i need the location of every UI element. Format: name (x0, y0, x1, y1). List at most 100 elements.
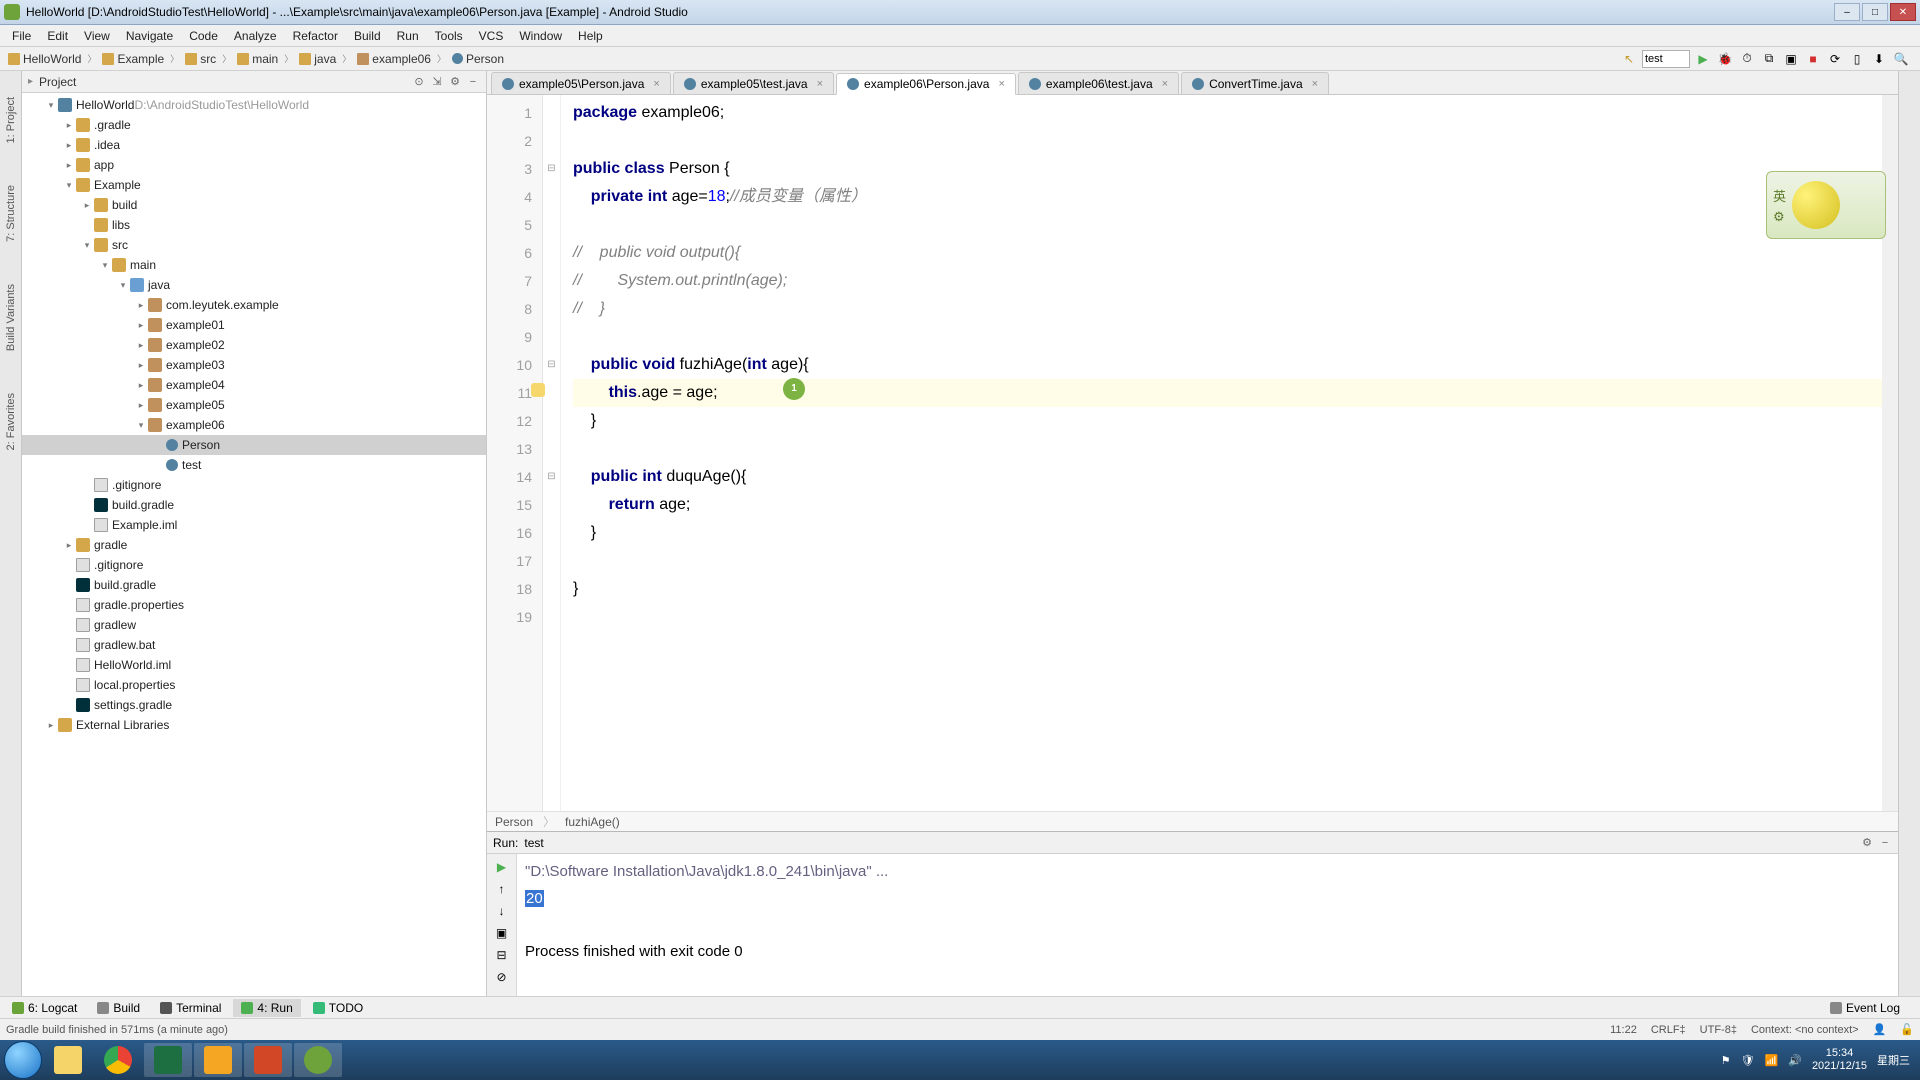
search-icon[interactable]: 🔍 (1892, 50, 1910, 68)
bottom-tab-todo[interactable]: TODO (305, 999, 371, 1017)
tree-node-build[interactable]: ▸build (22, 195, 486, 215)
bottom-tab-terminal[interactable]: Terminal (152, 999, 229, 1017)
tree-node-src[interactable]: ▾src (22, 235, 486, 255)
tab-example06-test-java[interactable]: example06\test.java× (1018, 72, 1179, 94)
tool-tab-build-variants[interactable]: Build Variants (3, 278, 19, 357)
tab-converttime-java[interactable]: ConvertTime.java× (1181, 72, 1329, 94)
close-icon[interactable]: × (1312, 78, 1318, 90)
scroll-from-source-icon[interactable]: ⊙ (412, 75, 426, 89)
collapse-icon[interactable]: ⇲ (430, 75, 444, 89)
tree-node-example06[interactable]: ▾example06 (22, 415, 486, 435)
run-down-button[interactable]: ↓ (493, 902, 511, 920)
run-hide-icon[interactable]: − (1878, 836, 1892, 850)
tree-node-gradle[interactable]: ▸gradle (22, 535, 486, 555)
menu-tools[interactable]: Tools (427, 27, 471, 45)
task-excel[interactable] (144, 1043, 192, 1077)
tree-node-example[interactable]: ▾Example (22, 175, 486, 195)
crumb-example06[interactable]: example06 (353, 52, 435, 66)
tree-node-test[interactable]: test (22, 455, 486, 475)
maximize-button[interactable]: □ (1862, 3, 1888, 21)
hide-panel-icon[interactable]: − (466, 75, 480, 89)
tree-node-example-iml[interactable]: Example.iml (22, 515, 486, 535)
start-button[interactable] (4, 1041, 42, 1079)
intention-bulb-icon[interactable] (531, 383, 545, 397)
tree-node--gitignore[interactable]: .gitignore (22, 555, 486, 575)
crumb-src[interactable]: src (181, 52, 220, 66)
menu-build[interactable]: Build (346, 27, 389, 45)
tree-node-example01[interactable]: ▸example01 (22, 315, 486, 335)
editor-crumb[interactable]: fuzhiAge() (565, 815, 620, 829)
menu-code[interactable]: Code (181, 27, 226, 45)
fold-gutter[interactable]: ⊟⊟⊟ (543, 95, 561, 811)
settings-gear-icon[interactable]: ⚙ (448, 75, 462, 89)
back-arrow-icon[interactable]: ↖ (1620, 50, 1638, 68)
tree-node-libs[interactable]: libs (22, 215, 486, 235)
close-icon[interactable]: × (998, 78, 1004, 90)
menu-file[interactable]: File (4, 27, 39, 45)
stop-button[interactable]: ■ (1804, 50, 1822, 68)
tree-node-local-properties[interactable]: local.properties (22, 675, 486, 695)
menu-help[interactable]: Help (570, 27, 611, 45)
project-dropdown-icon[interactable]: ▸ (28, 76, 33, 87)
status-lock-icon[interactable]: 🔓 (1900, 1023, 1914, 1036)
tool-tab-7-structure[interactable]: 7: Structure (3, 179, 19, 248)
bottom-tab-6-logcat[interactable]: 6: Logcat (4, 999, 85, 1017)
tree-node--gitignore[interactable]: .gitignore (22, 475, 486, 495)
close-icon[interactable]: × (1162, 78, 1168, 90)
ime-indicator[interactable]: 英⚙ (1766, 171, 1886, 239)
tree-node--idea[interactable]: ▸.idea (22, 135, 486, 155)
bottom-tab-build[interactable]: Build (89, 999, 148, 1017)
tray-shield-icon[interactable]: 🛡 (1741, 1054, 1755, 1067)
crumb-helloworld[interactable]: HelloWorld (4, 52, 85, 66)
coverage-button[interactable]: ▣ (1782, 50, 1800, 68)
event-log-tab[interactable]: Event Log (1822, 999, 1908, 1017)
task-explorer[interactable] (44, 1043, 92, 1077)
avd-button[interactable]: ▯ (1848, 50, 1866, 68)
menu-refactor[interactable]: Refactor (285, 27, 346, 45)
close-icon[interactable]: × (817, 78, 823, 90)
tree-node-person[interactable]: Person (22, 435, 486, 455)
close-icon[interactable]: × (653, 78, 659, 90)
editor-crumb[interactable]: Person (495, 815, 533, 829)
sync-button[interactable]: ⟳ (1826, 50, 1844, 68)
tree-node-build-gradle[interactable]: build.gradle (22, 495, 486, 515)
menu-view[interactable]: View (76, 27, 118, 45)
status-context[interactable]: Context: <no context> (1751, 1024, 1859, 1036)
run-config-select[interactable] (1642, 50, 1690, 68)
run-settings2-button[interactable]: ⊟ (493, 946, 511, 964)
tree-node-example04[interactable]: ▸example04 (22, 375, 486, 395)
tree-node-example03[interactable]: ▸example03 (22, 355, 486, 375)
status-encoding[interactable]: UTF-8‡ (1700, 1024, 1737, 1036)
system-tray[interactable]: ⚑ 🛡 📶 🔊 15:34 2021/12/15 星期三 (1721, 1047, 1916, 1073)
run-button[interactable]: ▶ (1694, 50, 1712, 68)
menu-analyze[interactable]: Analyze (226, 27, 285, 45)
menu-navigate[interactable]: Navigate (118, 27, 181, 45)
tree-node-helloworld-iml[interactable]: HelloWorld.iml (22, 655, 486, 675)
sdk-button[interactable]: ⬇ (1870, 50, 1888, 68)
rerun-button[interactable]: ▶ (493, 858, 511, 876)
run-output[interactable]: "D:\Software Installation\Java\jdk1.8.0_… (517, 854, 1898, 996)
tree-node-example02[interactable]: ▸example02 (22, 335, 486, 355)
task-ppt[interactable] (244, 1043, 292, 1077)
tree-node-build-gradle[interactable]: build.gradle (22, 575, 486, 595)
tray-volume-icon[interactable]: 🔊 (1788, 1054, 1802, 1067)
crumb-main[interactable]: main (233, 52, 282, 66)
status-line-sep[interactable]: CRLF‡ (1651, 1024, 1686, 1036)
tree-node-gradlew[interactable]: gradlew (22, 615, 486, 635)
debug-button[interactable]: 🐞 (1716, 50, 1734, 68)
tree-node-helloworld[interactable]: ▾HelloWorld D:\AndroidStudioTest\HelloWo… (22, 95, 486, 115)
tray-flag-icon[interactable]: ⚑ (1721, 1054, 1731, 1067)
tree-node-main[interactable]: ▾main (22, 255, 486, 275)
tree-node-external-libraries[interactable]: ▸External Libraries (22, 715, 486, 735)
tree-node-com-leyutek-example[interactable]: ▸com.leyutek.example (22, 295, 486, 315)
close-button[interactable]: ✕ (1890, 3, 1916, 21)
crumb-person[interactable]: Person (448, 52, 508, 66)
tree-node--gradle[interactable]: ▸.gradle (22, 115, 486, 135)
tree-node-java[interactable]: ▾java (22, 275, 486, 295)
status-inspector-icon[interactable]: 👤 (1873, 1023, 1887, 1036)
task-android-studio[interactable] (294, 1043, 342, 1077)
run-layout-button[interactable]: ▣ (493, 924, 511, 942)
tool-tab-2-favorites[interactable]: 2: Favorites (3, 387, 19, 456)
menu-run[interactable]: Run (389, 27, 427, 45)
menu-window[interactable]: Window (511, 27, 570, 45)
